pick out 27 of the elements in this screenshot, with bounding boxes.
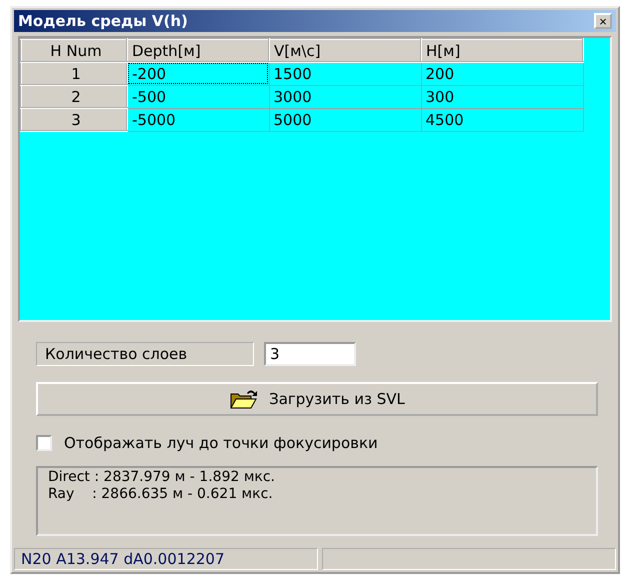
load-button[interactable]: Загрузить из SVL [36,382,598,416]
output-line: Ray : 2866.635 м - 0.621 мкс. [48,486,274,503]
window-title: Модель среды V(h) [18,12,188,30]
column-header[interactable]: H Num [21,39,127,62]
table-cell[interactable]: 5000 [269,108,421,131]
row-header[interactable]: 1 [21,62,127,85]
table-cell[interactable]: -200 [127,62,269,85]
column-header[interactable]: V[м\с] [269,39,421,62]
layer-count-field[interactable]: 3 [264,342,356,366]
table-cell[interactable]: -500 [127,85,269,108]
table-cell[interactable]: 4500 [421,108,583,131]
table-cell[interactable]: -5000 [127,108,269,131]
table-cell[interactable]: 1500 [269,62,421,85]
column-header[interactable]: Depth[м] [127,39,269,62]
table-cell[interactable]: 200 [421,62,583,85]
open-folder-icon [229,388,260,410]
layer-count-label: Количество слоев [36,342,254,366]
close-button[interactable]: × [594,13,612,29]
checkbox-label[interactable]: Отображать луч до точки фокусировки [64,434,378,452]
table-cell[interactable]: 300 [421,85,583,108]
checkbox[interactable] [36,435,52,451]
output-line: Direct : 2837.979 м - 1.892 мкс. [48,469,276,486]
row-header[interactable]: 2 [21,85,127,108]
column-header[interactable]: H[м] [421,39,583,62]
table-cell[interactable]: 3000 [269,85,421,108]
status-panel: N20 A13.947 dA0.0012207 [14,548,318,570]
row-header[interactable]: 3 [21,108,127,131]
